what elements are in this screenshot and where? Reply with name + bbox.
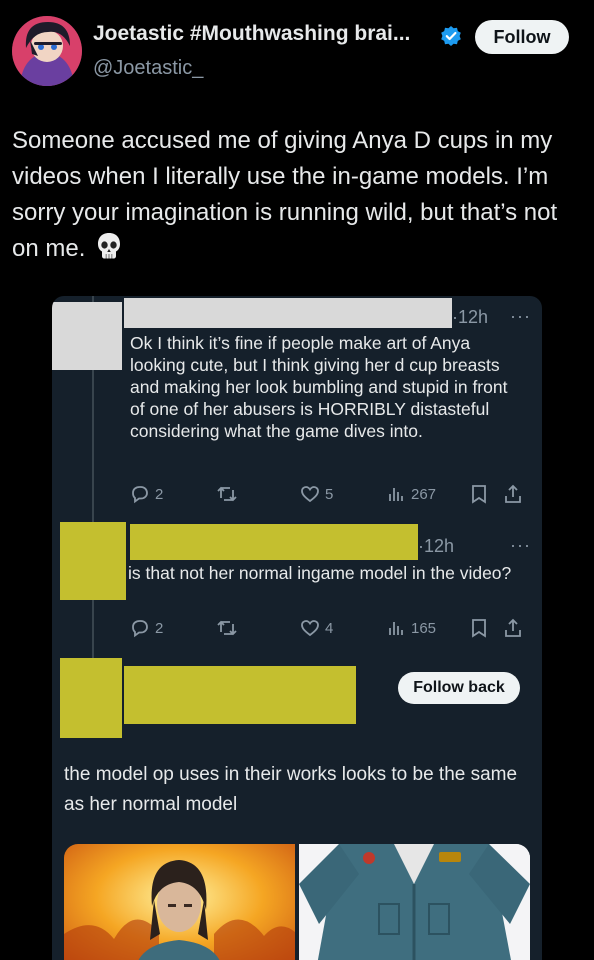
share-icon — [505, 484, 521, 503]
views-icon — [389, 488, 403, 501]
reply-action[interactable]: 2 — [130, 484, 163, 504]
redacted-avatar — [60, 658, 122, 738]
reply-icon — [132, 486, 148, 504]
reply-time: ·12h — [452, 307, 489, 327]
reply-count: 2 — [155, 619, 164, 637]
skull-icon — [98, 233, 121, 259]
follow-back-button[interactable]: Follow back — [398, 672, 520, 704]
action-row: 2 4 165 — [130, 618, 530, 642]
retweet-action[interactable] — [216, 484, 238, 504]
redacted-username — [130, 524, 418, 560]
share-action[interactable] — [503, 618, 523, 638]
like-action[interactable]: 5 — [300, 484, 333, 504]
share-action[interactable] — [503, 484, 523, 504]
reply-text: Ok I think it’s fine if people make art … — [130, 333, 508, 441]
more-options-icon[interactable]: ··· — [510, 306, 531, 327]
bookmark-action[interactable] — [470, 484, 488, 504]
retweet-action[interactable] — [216, 618, 238, 638]
reply-count: 2 — [155, 485, 164, 503]
redacted-avatar — [60, 522, 126, 600]
heart-icon — [301, 486, 319, 503]
redacted-username — [124, 298, 452, 328]
tweet-text: Someone accused me of giving Anya D cups… — [12, 123, 572, 267]
game-screenshot-image[interactable] — [64, 844, 295, 960]
retweet-icon — [217, 620, 237, 636]
like-count: 4 — [325, 619, 334, 637]
avatar[interactable] — [12, 16, 82, 86]
like-action[interactable]: 4 — [300, 618, 333, 638]
bookmark-icon — [472, 485, 486, 504]
reply-action[interactable]: 2 — [130, 618, 163, 638]
tweet-body: Someone accused me of giving Anya D cups… — [12, 127, 558, 262]
display-name[interactable]: Joetastic #Mouthwashing brai... — [93, 22, 410, 46]
share-icon — [505, 618, 521, 637]
character-model-image[interactable] — [299, 844, 530, 960]
views-count: 267 — [411, 485, 437, 503]
bookmark-action[interactable] — [470, 618, 488, 638]
views-count: 165 — [411, 619, 437, 637]
verified-badge-icon — [441, 26, 461, 46]
views-icon — [389, 622, 403, 635]
bookmark-icon — [472, 619, 486, 638]
reply-text: the model op uses in their works looks t… — [64, 764, 518, 815]
user-handle[interactable]: @Joetastic_ — [93, 57, 203, 80]
embedded-screenshot: ·12h ··· Ok I think it’s fine if people … — [52, 296, 542, 960]
reply-time: ·12h — [418, 536, 455, 556]
heart-icon — [301, 620, 319, 637]
retweet-icon — [217, 486, 237, 502]
follow-button[interactable]: Follow — [475, 20, 569, 54]
like-count: 5 — [325, 485, 334, 503]
reply-icon — [132, 620, 148, 638]
views-action[interactable]: 165 — [386, 618, 436, 638]
more-options-icon[interactable]: ··· — [510, 535, 531, 556]
redacted-avatar — [52, 302, 122, 370]
action-row: 2 5 267 — [130, 484, 530, 508]
redacted-username — [124, 666, 356, 724]
views-action[interactable]: 267 — [386, 484, 436, 504]
reply-text: is that not her normal ingame model in t… — [128, 563, 512, 583]
